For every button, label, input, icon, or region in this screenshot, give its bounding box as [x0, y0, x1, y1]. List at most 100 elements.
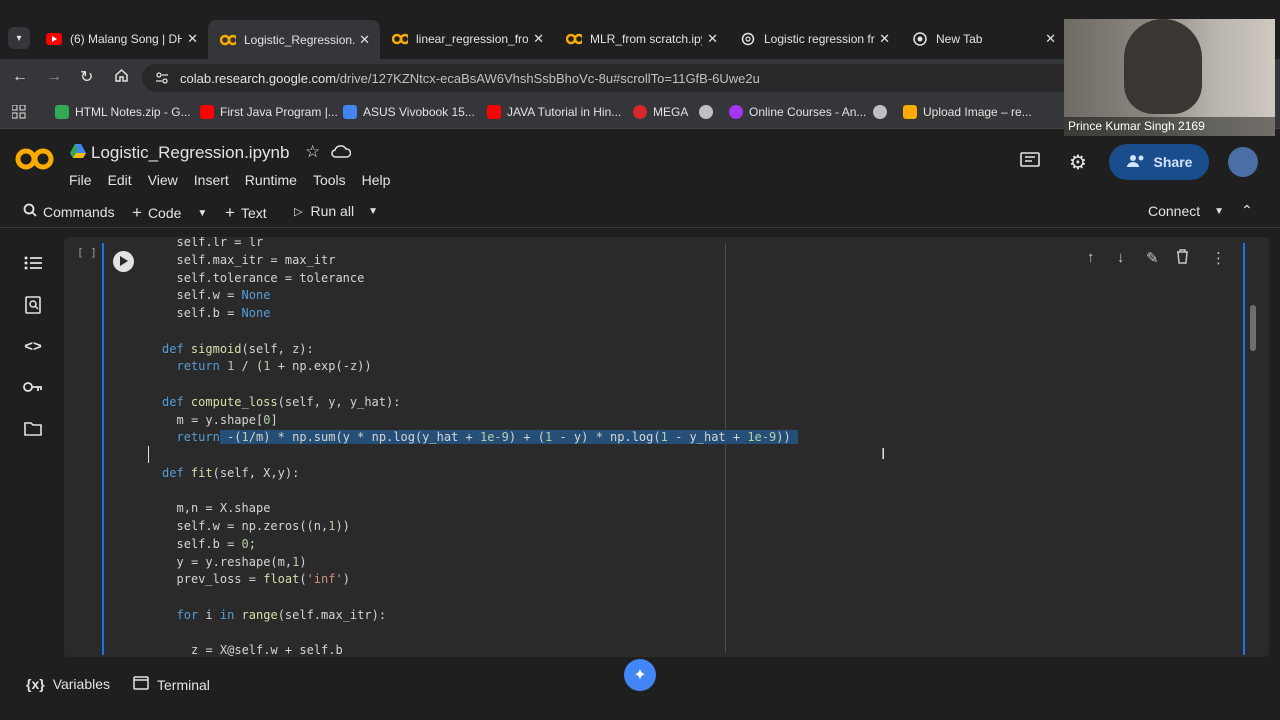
url-text: colab.research.google.com/drive/127KZNtc…	[180, 71, 760, 86]
bookmark-first-java[interactable]: First Java Program |...	[200, 105, 338, 119]
code-line[interactable]: self.max_itr = max_itr	[177, 251, 336, 269]
move-cell-down-icon[interactable]: ↓	[1117, 249, 1125, 266]
tab-mlr-from-scratch[interactable]: MLR_from scratch.ipy ✕	[554, 24, 728, 54]
webcam-overlay: Prince Kumar Singh 2169	[1064, 19, 1275, 136]
share-button[interactable]: Share	[1109, 144, 1209, 180]
chevron-down-icon[interactable]: ▼	[368, 206, 378, 217]
tab-malang-song[interactable]: (6) Malang Song | DH ✕	[34, 24, 208, 54]
code-line[interactable]: def fit(self, X,y):	[162, 464, 299, 482]
code-line[interactable]: return -(1/m) * np.sum(y * np.log(y_hat …	[177, 428, 798, 446]
table-of-contents-icon[interactable]	[22, 252, 44, 274]
edit-ai-icon[interactable]: ✎	[1146, 249, 1159, 267]
tab-search-icon[interactable]: ▾	[8, 27, 30, 49]
find-replace-icon[interactable]	[22, 294, 44, 316]
code-line[interactable]: self.lr = lr	[177, 237, 264, 251]
more-options-icon[interactable]: ⋮	[1211, 249, 1226, 267]
forward-icon[interactable]: →	[46, 68, 62, 86]
scrollbar-thumb[interactable]	[1250, 305, 1256, 351]
menu-help[interactable]: Help	[362, 172, 391, 188]
add-code-button[interactable]: + Code ▼	[132, 203, 207, 223]
settings-gear-icon[interactable]: ⚙	[1069, 150, 1087, 175]
menu-edit[interactable]: Edit	[108, 172, 132, 188]
run-cell-button[interactable]	[113, 251, 134, 272]
chevron-down-icon[interactable]: ▼	[197, 208, 207, 219]
user-avatar[interactable]	[1228, 147, 1258, 177]
secrets-key-icon[interactable]	[22, 376, 44, 398]
close-icon[interactable]: ✕	[879, 31, 890, 47]
apps-grid-icon[interactable]	[11, 104, 26, 124]
code-line[interactable]: self.w = np.zeros((n,1))	[177, 517, 350, 535]
chevron-down-icon[interactable]: ▼	[1214, 206, 1224, 217]
variables-button[interactable]: {x} Variables	[26, 676, 110, 692]
tab-logistic-regression[interactable]: Logistic_Regression.ip ✕	[208, 20, 380, 59]
mega-icon	[633, 105, 647, 119]
menu-tools[interactable]: Tools	[313, 172, 346, 188]
code-line[interactable]: return 1 / (1 + np.exp(-z))	[177, 357, 372, 375]
tab-new-tab[interactable]: New Tab ✕	[900, 24, 1066, 54]
google-drive-icon	[70, 144, 86, 163]
tab-logistic-regression-chatgpt[interactable]: Logistic regression fr ✕	[728, 24, 900, 54]
code-line[interactable]: self.b = None	[177, 304, 271, 322]
close-icon[interactable]: ✕	[359, 32, 370, 48]
tab-title: linear_regression_fror	[416, 32, 528, 46]
close-icon[interactable]: ✕	[187, 31, 198, 47]
code-line[interactable]: self.b = 0;	[177, 535, 257, 553]
collapse-header-icon[interactable]: ⌃	[1241, 202, 1253, 219]
notebook-title[interactable]: Logistic_Regression.ipynb	[91, 143, 289, 163]
google-drive-icon	[55, 105, 69, 119]
commands-button[interactable]: Commands	[23, 203, 115, 220]
code-editor[interactable]: self.lr = lr self.max_itr = max_itr self.t…	[148, 237, 1238, 657]
code-line[interactable]: m = y.shape[0]	[177, 411, 278, 429]
terminal-button[interactable]: Terminal	[133, 676, 210, 693]
close-icon[interactable]: ✕	[533, 31, 544, 47]
tab-linear-regression[interactable]: linear_regression_fror ✕	[380, 24, 554, 54]
udemy-icon	[729, 105, 743, 119]
menu-insert[interactable]: Insert	[194, 172, 229, 188]
cell-execution-count: [ ]	[77, 246, 97, 259]
close-icon[interactable]: ✕	[707, 31, 718, 47]
colab-header: Logistic_Regression.ipynb ☆ File Edit View…	[0, 130, 1280, 194]
bookmark-java-tutorial[interactable]: JAVA Tutorial in Hin...	[487, 105, 621, 119]
code-line[interactable]: z = X@self.w + self.b	[191, 641, 343, 657]
code-line[interactable]: self.w = None	[177, 286, 271, 304]
bookmark-globe-2[interactable]	[873, 105, 893, 119]
gemini-sparkle-button[interactable]: ✦	[624, 659, 656, 691]
code-line[interactable]: def compute_loss(self, y, y_hat):	[162, 393, 400, 411]
code-line[interactable]: m,n = X.shape	[177, 499, 271, 517]
code-line[interactable]: self.tolerance = tolerance	[177, 269, 365, 287]
tab-title: Logistic regression fr	[764, 32, 875, 46]
code-line[interactable]: y = y.reshape(m,1)	[177, 553, 307, 571]
menu-runtime[interactable]: Runtime	[245, 172, 297, 188]
move-cell-up-icon[interactable]: ↑	[1087, 249, 1095, 266]
code-line[interactable]: for i in range(self.max_itr):	[177, 606, 387, 624]
colab-logo-icon[interactable]	[15, 144, 55, 179]
play-icon: ▷	[294, 205, 303, 218]
close-icon[interactable]: ✕	[1045, 31, 1056, 47]
bookmark-asus-vivobook[interactable]: ASUS Vivobook 15...	[343, 105, 475, 119]
home-icon[interactable]	[114, 68, 129, 88]
code-snippets-icon[interactable]: <>	[22, 335, 44, 357]
chatgpt-icon	[740, 31, 756, 47]
back-icon[interactable]: ←	[12, 68, 28, 86]
connect-button[interactable]: Connect ▼	[1148, 203, 1224, 219]
tab-title: MLR_from scratch.ipy	[590, 32, 702, 46]
code-line[interactable]: prev_loss = float('inf')	[177, 570, 350, 588]
menu-file[interactable]: File	[69, 172, 92, 188]
comment-icon[interactable]	[1020, 152, 1040, 175]
bookmark-upload-image[interactable]: Upload Image – re...	[903, 105, 1032, 119]
run-all-button[interactable]: ▷ Run all ▼	[294, 203, 378, 219]
address-bar[interactable]: colab.research.google.com/drive/127KZNtc…	[142, 64, 1142, 92]
star-icon[interactable]: ☆	[305, 142, 320, 162]
bookmark-mega[interactable]: MEGA	[633, 105, 688, 119]
delete-cell-icon[interactable]	[1176, 249, 1189, 268]
reload-icon[interactable]: ↻	[80, 67, 93, 87]
menu-view[interactable]: View	[148, 172, 178, 188]
files-folder-icon[interactable]	[22, 417, 44, 439]
bookmark-globe[interactable]	[699, 105, 719, 119]
add-text-button[interactable]: + Text	[225, 203, 267, 223]
cell-focus-border-right	[1243, 243, 1245, 655]
site-info-icon[interactable]	[154, 70, 170, 91]
bookmark-html-notes[interactable]: HTML Notes.zip - G...	[55, 105, 191, 119]
bookmark-online-courses[interactable]: Online Courses - An...	[729, 105, 866, 119]
code-line[interactable]: def sigmoid(self, z):	[162, 340, 314, 358]
